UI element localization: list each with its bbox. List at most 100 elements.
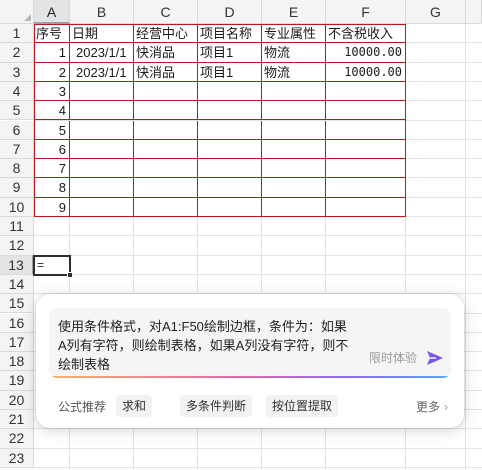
table-cell[interactable]: 5	[34, 121, 70, 140]
send-button[interactable]	[425, 348, 445, 368]
table-cell[interactable]	[326, 198, 406, 217]
table-cell[interactable]: 快消品	[134, 43, 198, 62]
chip-multi-condition[interactable]: 多条件判断	[180, 395, 253, 417]
row-header-20[interactable]: 20	[0, 390, 34, 410]
table-cell[interactable]: 6	[34, 140, 70, 159]
column-header-b[interactable]: B	[70, 0, 134, 24]
row-header-22[interactable]: 22	[0, 429, 34, 449]
table-header-cell[interactable]: 专业属性	[262, 24, 326, 43]
table-cell[interactable]	[326, 178, 406, 197]
column-header-a[interactable]: A	[34, 0, 70, 24]
table-cell[interactable]	[198, 121, 262, 140]
table-cell[interactable]	[326, 140, 406, 159]
prompt-input[interactable]: 使用条件格式，对A1:F50绘制边框，条件为：如果A列有字符，则绘制表格，如果A…	[49, 308, 451, 378]
row-header-15[interactable]: 15	[0, 294, 34, 314]
column-header-g[interactable]: G	[406, 0, 466, 24]
row-header-23[interactable]: 23	[0, 448, 34, 468]
row-header-13[interactable]: 13	[0, 255, 34, 275]
table-cell[interactable]	[262, 121, 326, 140]
table-cell[interactable]	[198, 140, 262, 159]
table-cell[interactable]	[326, 82, 406, 101]
row-header-14[interactable]: 14	[0, 274, 34, 295]
table-cell[interactable]	[198, 178, 262, 197]
table-cell[interactable]	[134, 140, 198, 159]
table-cell[interactable]	[198, 198, 262, 217]
table-cell[interactable]	[262, 198, 326, 217]
table-cell[interactable]: 2023/1/1	[70, 43, 134, 62]
table-header-cell[interactable]: 经营中心	[134, 24, 198, 43]
table-cell[interactable]	[262, 178, 326, 197]
chip-sum[interactable]: 求和	[116, 395, 153, 417]
row-header-19[interactable]: 19	[0, 371, 34, 391]
row-header-6[interactable]: 6	[0, 120, 34, 140]
table-cell[interactable]	[198, 82, 262, 101]
column-header-c[interactable]: C	[134, 0, 198, 24]
table-cell[interactable]	[262, 82, 326, 101]
table-header-cell[interactable]: 日期	[70, 24, 134, 43]
row-header-12[interactable]: 12	[0, 236, 34, 256]
table-cell[interactable]	[198, 159, 262, 178]
row-header-17[interactable]: 17	[0, 332, 34, 353]
table-cell[interactable]: 物流	[262, 63, 326, 82]
row-header-21[interactable]: 21	[0, 410, 34, 430]
table-cell[interactable]	[134, 101, 198, 120]
table-cell[interactable]: 3	[34, 82, 70, 101]
column-header-d[interactable]: D	[198, 0, 262, 24]
table-header-cell[interactable]: 不含税收入	[326, 24, 406, 43]
table-cell[interactable]	[134, 121, 198, 140]
table-cell[interactable]: 9	[34, 198, 70, 217]
chip-position-extract[interactable]: 按位置提取	[266, 395, 339, 417]
table-cell[interactable]	[70, 82, 134, 101]
row-header-18[interactable]: 18	[0, 352, 34, 372]
row-header-5[interactable]: 5	[0, 101, 34, 121]
table-cell[interactable]	[262, 159, 326, 178]
table-cell[interactable]: 2	[34, 63, 70, 82]
table-cell[interactable]	[70, 178, 134, 197]
row-header-16[interactable]: 16	[0, 313, 34, 333]
table-cell[interactable]: 10000.00	[326, 63, 406, 82]
table-cell[interactable]	[326, 121, 406, 140]
row-header-9[interactable]: 9	[0, 178, 34, 198]
table-cell[interactable]	[198, 101, 262, 120]
row-header-11[interactable]: 11	[0, 217, 34, 237]
table-cell[interactable]	[134, 178, 198, 197]
table-cell[interactable]	[262, 101, 326, 120]
table-cell[interactable]: 4	[34, 101, 70, 120]
prompt-text[interactable]: 使用条件格式，对A1:F50绘制边框，条件为：如果A列有字符，则绘制表格，如果A…	[58, 317, 350, 374]
table-cell[interactable]	[326, 101, 406, 120]
more-button[interactable]: 更多 ›	[416, 398, 448, 415]
table-cell[interactable]: 物流	[262, 43, 326, 62]
row-header-10[interactable]: 10	[0, 197, 34, 217]
table-cell[interactable]	[134, 82, 198, 101]
table-cell[interactable]: 项目1	[198, 63, 262, 82]
table-cell[interactable]: 1	[34, 43, 70, 62]
table-cell[interactable]: 8	[34, 178, 70, 197]
table-cell[interactable]	[70, 121, 134, 140]
table-cell[interactable]: 10000.00	[326, 43, 406, 62]
column-header-f[interactable]: F	[326, 0, 406, 24]
table-cell[interactable]	[134, 198, 198, 217]
select-all-corner[interactable]	[0, 0, 34, 24]
row-header-1[interactable]: 1	[0, 24, 34, 44]
table-cell[interactable]	[70, 140, 134, 159]
table-cell[interactable]: 快消品	[134, 63, 198, 82]
table-cell[interactable]: 2023/1/1	[70, 63, 134, 82]
table-cell[interactable]: 7	[34, 159, 70, 178]
table-cell[interactable]	[262, 140, 326, 159]
row-header-8[interactable]: 8	[0, 159, 34, 179]
row-header-7[interactable]: 7	[0, 139, 34, 160]
table-cell[interactable]	[70, 159, 134, 178]
table-cell[interactable]	[70, 198, 134, 217]
fill-handle[interactable]	[67, 271, 73, 278]
row-header-3[interactable]: 3	[0, 62, 34, 82]
row-header-4[interactable]: 4	[0, 81, 34, 102]
column-header-e[interactable]: E	[262, 0, 326, 24]
table-cell[interactable]: 项目1	[198, 43, 262, 62]
active-cell[interactable]: =	[33, 254, 73, 278]
table-cell[interactable]	[70, 101, 134, 120]
table-cell[interactable]	[326, 159, 406, 178]
table-header-cell[interactable]: 项目名称	[198, 24, 262, 43]
table-cell[interactable]	[134, 159, 198, 178]
table-header-cell[interactable]: 序号	[34, 24, 70, 43]
row-header-2[interactable]: 2	[0, 43, 34, 63]
